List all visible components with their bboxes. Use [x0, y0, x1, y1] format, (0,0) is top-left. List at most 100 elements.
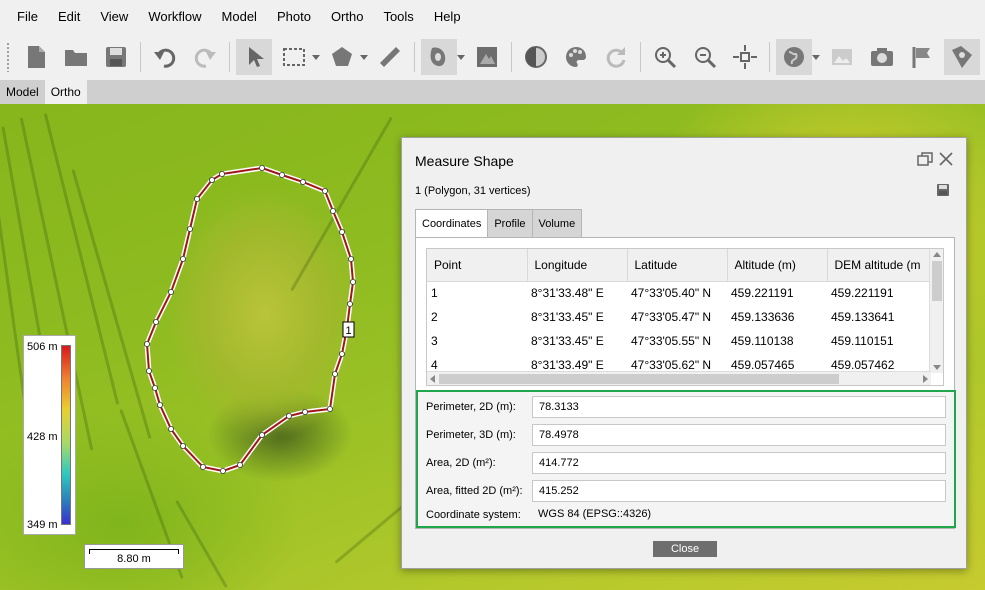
- mask-shape-dropdown[interactable]: [457, 39, 465, 75]
- scroll-left-icon[interactable]: [430, 375, 435, 383]
- scroll-up-icon[interactable]: [933, 252, 941, 257]
- polygon-vertex[interactable]: [321, 188, 328, 195]
- close-icon[interactable]: [939, 152, 953, 166]
- polygon-vertex[interactable]: [338, 229, 345, 236]
- close-button[interactable]: Close: [653, 541, 717, 557]
- polygon-vertex[interactable]: [285, 412, 292, 419]
- zoom-in-icon[interactable]: [647, 39, 683, 75]
- polygon-vertex[interactable]: [258, 165, 265, 172]
- tab-model[interactable]: Model: [0, 80, 45, 104]
- tab-ortho[interactable]: Ortho: [44, 80, 87, 104]
- menu-edit[interactable]: Edit: [48, 0, 90, 34]
- column-header[interactable]: DEM altitude (m: [827, 249, 938, 282]
- refresh-icon[interactable]: [598, 39, 634, 75]
- polygon-vertex[interactable]: [329, 208, 336, 215]
- table-cell: 2: [431, 310, 438, 324]
- tab-profile[interactable]: Profile: [487, 209, 533, 238]
- edit-image-icon[interactable]: [469, 39, 505, 75]
- zoom-out-icon[interactable]: [687, 39, 723, 75]
- perimeter-2d-value[interactable]: 78.3133: [532, 396, 946, 418]
- menu-model[interactable]: Model: [212, 0, 267, 34]
- menu-view[interactable]: View: [90, 0, 138, 34]
- rectangle-select-icon[interactable]: [276, 39, 312, 75]
- menu-workflow[interactable]: Workflow: [138, 0, 211, 34]
- polygon-vertex[interactable]: [199, 463, 206, 470]
- reset-view-icon[interactable]: [727, 39, 763, 75]
- globe-icon[interactable]: [776, 39, 812, 75]
- polygon-vertex[interactable]: [218, 171, 225, 178]
- polygon-vertex[interactable]: [186, 226, 193, 233]
- table-row[interactable]: 1 8°31'33.48" E 47°33'05.40" N 459.22119…: [427, 281, 937, 305]
- scroll-thumb[interactable]: [439, 374, 839, 384]
- polygon-vertex[interactable]: [167, 425, 174, 432]
- new-document-icon[interactable]: [18, 39, 54, 75]
- flag-icon[interactable]: [904, 39, 940, 75]
- polygon-vertex[interactable]: [258, 431, 265, 438]
- tab-coordinates[interactable]: Coordinates: [415, 209, 489, 239]
- table-row[interactable]: 2 8°31'33.45" E 47°33'05.47" N 459.13363…: [427, 305, 937, 329]
- table-cell: 47°33'05.40" N: [631, 286, 712, 301]
- mask-shape-icon[interactable]: [421, 39, 457, 75]
- menu-ortho[interactable]: Ortho: [321, 0, 374, 34]
- restore-window-icon[interactable]: [917, 152, 933, 166]
- menu-file[interactable]: File: [7, 0, 48, 34]
- palette-icon[interactable]: [558, 39, 594, 75]
- redo-icon[interactable]: [187, 39, 223, 75]
- map-marker-icon[interactable]: [944, 39, 980, 75]
- polygon-vertex[interactable]: [301, 408, 308, 415]
- toolbar-grip[interactable]: [6, 42, 10, 72]
- polygon-vertex[interactable]: [326, 405, 333, 412]
- polygon-vertex[interactable]: [143, 340, 150, 347]
- pointer-icon[interactable]: [236, 39, 272, 75]
- polygon-vertex[interactable]: [152, 318, 159, 325]
- area-2d-value[interactable]: 414.772: [532, 452, 946, 474]
- column-header[interactable]: Longitude: [527, 249, 628, 282]
- polygon-vertex[interactable]: [167, 288, 174, 295]
- area-fitted-value[interactable]: 415.252: [532, 480, 946, 502]
- scroll-right-icon[interactable]: [923, 375, 928, 383]
- toolbar-separator: [511, 42, 512, 72]
- contrast-icon[interactable]: [518, 39, 554, 75]
- save-disk-icon[interactable]: [98, 39, 134, 75]
- open-folder-icon[interactable]: [58, 39, 94, 75]
- polygon-icon[interactable]: [324, 39, 360, 75]
- scroll-down-icon[interactable]: [933, 365, 941, 370]
- polygon-vertex[interactable]: [145, 367, 152, 374]
- polygon-vertex[interactable]: [219, 467, 226, 474]
- camera-icon[interactable]: [864, 39, 900, 75]
- polygon-vertex[interactable]: [179, 442, 186, 449]
- column-header[interactable]: Altitude (m): [727, 249, 828, 282]
- globe-dropdown[interactable]: [812, 39, 820, 75]
- menu-photo[interactable]: Photo: [267, 0, 321, 34]
- polygon-vertex[interactable]: [338, 350, 345, 357]
- polygon-vertex[interactable]: [349, 278, 356, 285]
- ruler-icon[interactable]: [372, 39, 408, 75]
- column-header[interactable]: Latitude: [627, 249, 728, 282]
- scroll-thumb[interactable]: [932, 261, 942, 301]
- polygon-vertex[interactable]: [208, 177, 215, 184]
- polygon-vertex[interactable]: [156, 401, 163, 408]
- tab-volume[interactable]: Volume: [531, 209, 583, 238]
- vertical-scrollbar[interactable]: [929, 249, 943, 373]
- column-header[interactable]: Point: [427, 249, 528, 282]
- undo-icon[interactable]: [147, 39, 183, 75]
- table-row[interactable]: 3 8°31'33.45" E 47°33'05.55" N 459.11013…: [427, 329, 937, 353]
- polygon-vertex[interactable]: [236, 461, 243, 468]
- polygon-dropdown[interactable]: [360, 39, 368, 75]
- polygon-vertex[interactable]: [331, 370, 338, 377]
- polygon-vertex[interactable]: [151, 384, 158, 391]
- image-gallery-icon[interactable]: [824, 39, 860, 75]
- polygon-vertex[interactable]: [179, 255, 186, 262]
- polygon-vertex[interactable]: [346, 300, 353, 307]
- rectangle-select-dropdown[interactable]: [312, 39, 320, 75]
- measure-shape-dialog: Measure Shape 1 (Polygon, 31 vertices) C…: [401, 137, 967, 569]
- save-icon[interactable]: [936, 183, 950, 197]
- perimeter-3d-value[interactable]: 78.4978: [532, 424, 946, 446]
- horizontal-scrollbar[interactable]: [427, 371, 931, 385]
- polygon-vertex[interactable]: [347, 255, 354, 262]
- polygon-vertex[interactable]: [193, 196, 200, 203]
- polygon-vertex[interactable]: [278, 172, 285, 179]
- polygon-vertex[interactable]: [299, 179, 306, 186]
- menu-help[interactable]: Help: [424, 0, 471, 34]
- menu-tools[interactable]: Tools: [373, 0, 423, 34]
